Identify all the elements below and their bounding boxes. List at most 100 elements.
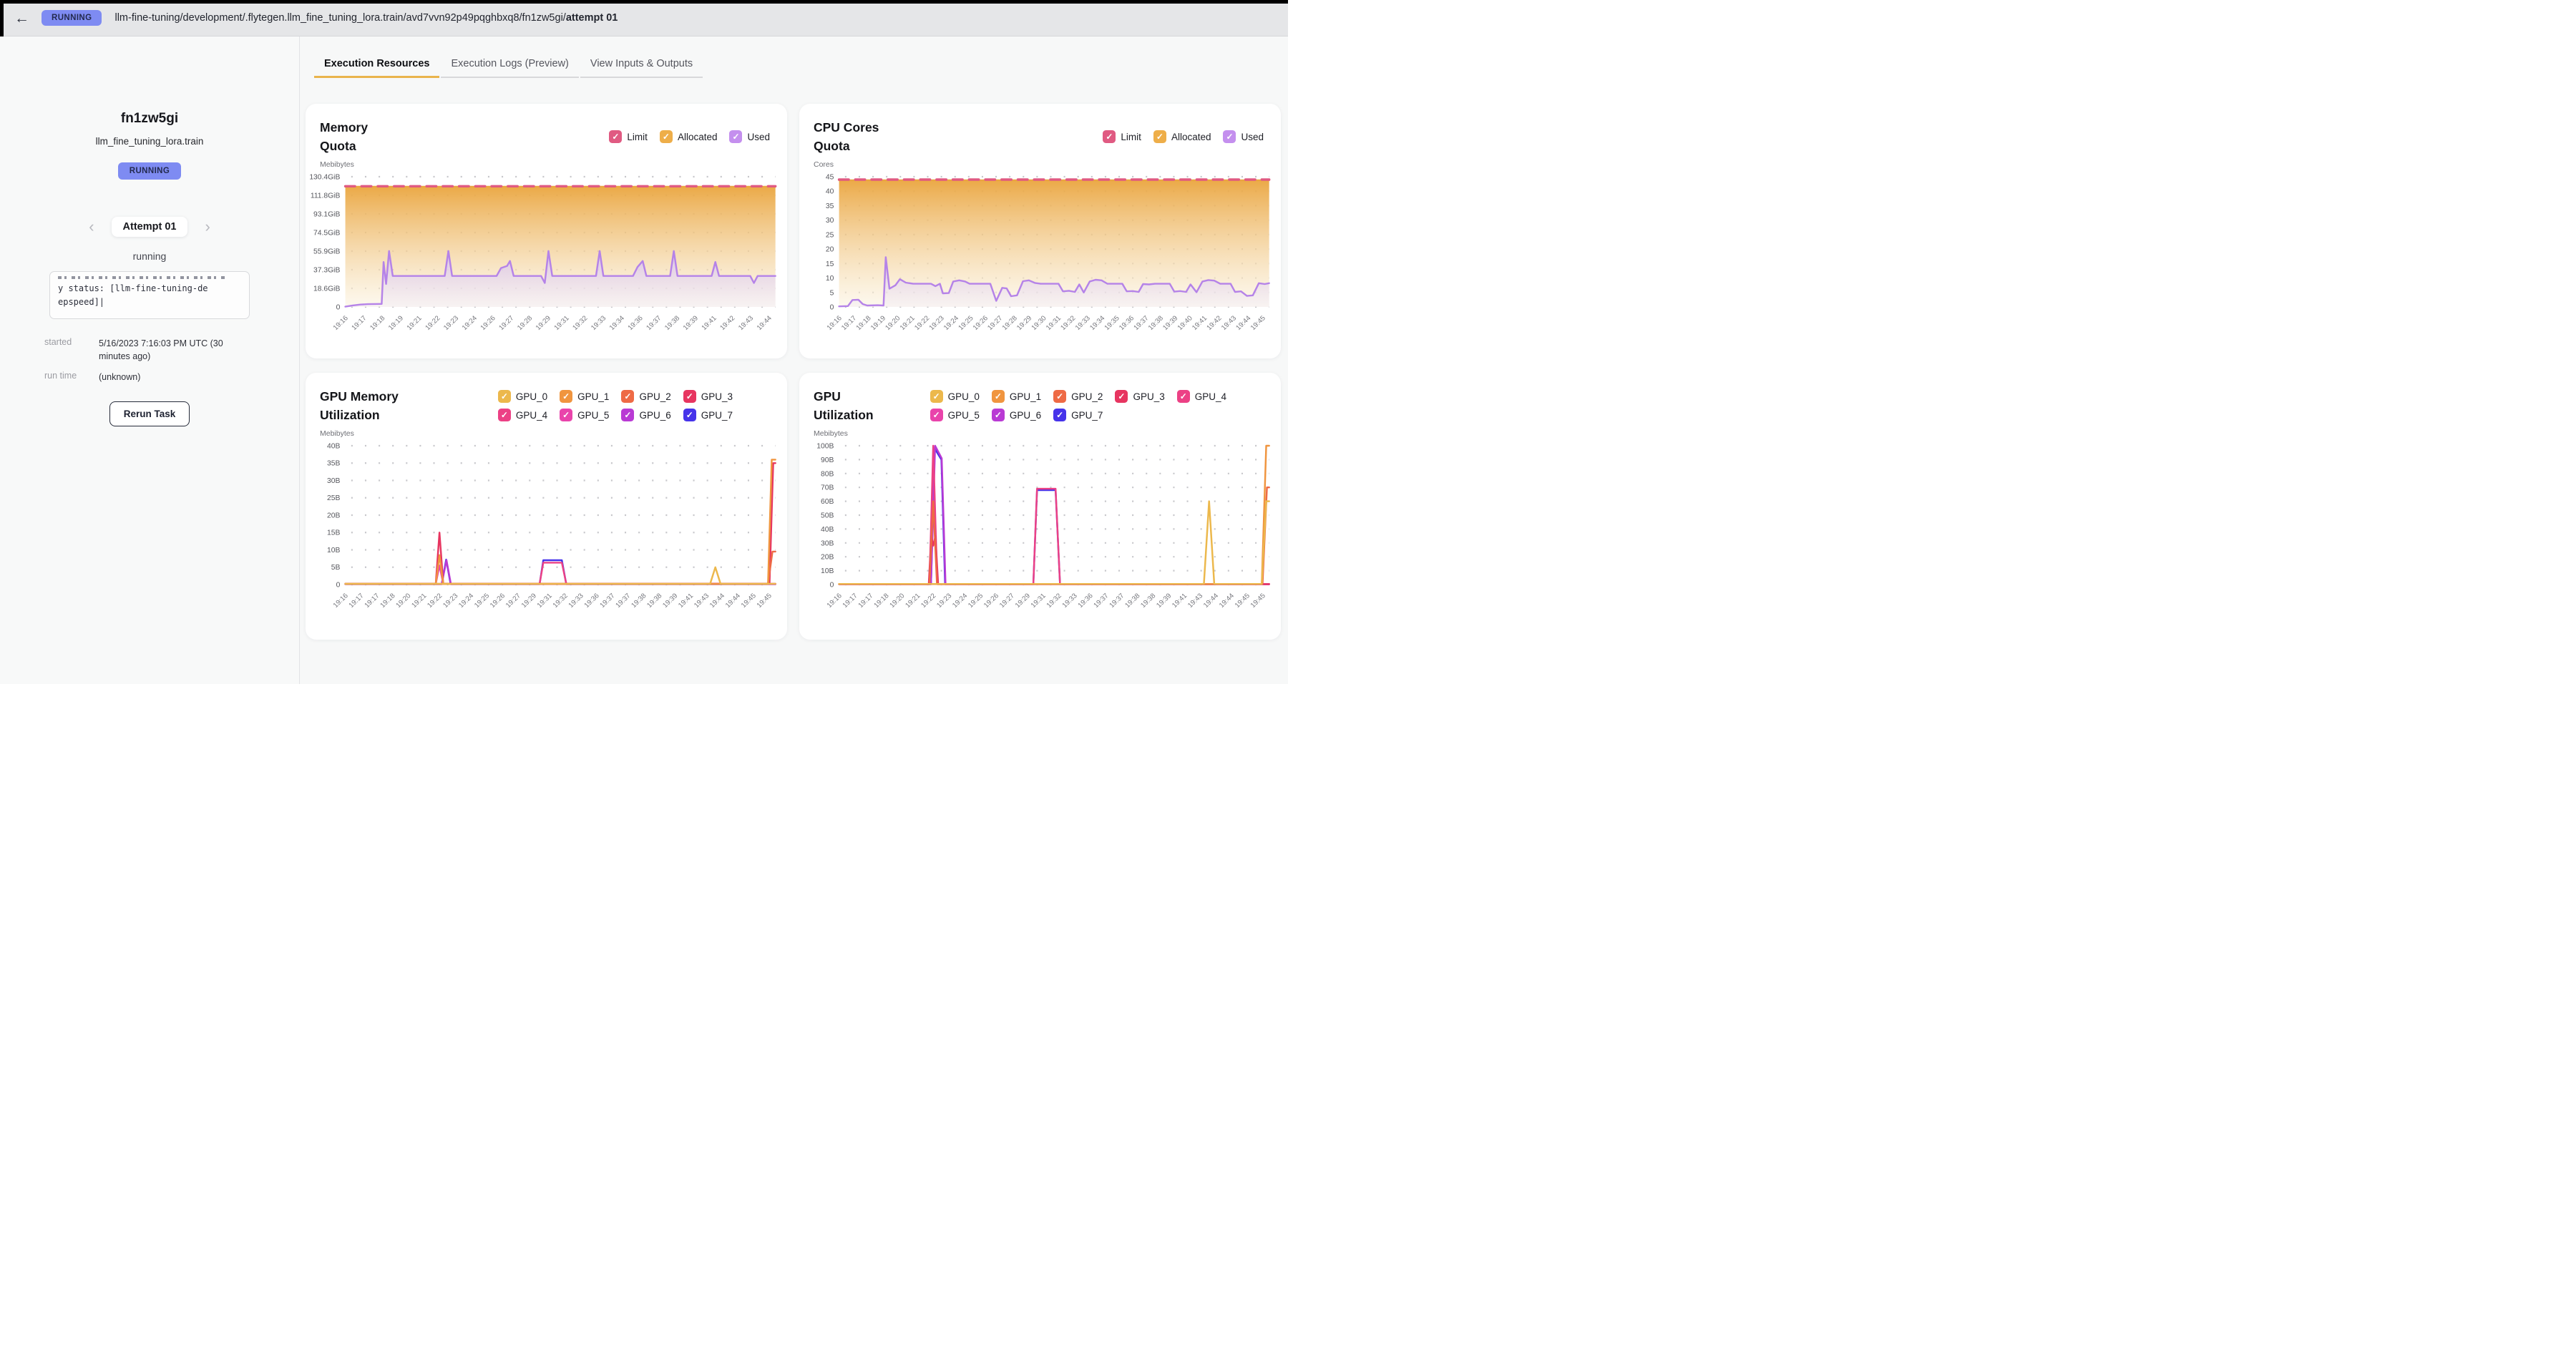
x-axis-tick: 19:25	[473, 592, 491, 609]
runtime-value: (unknown)	[99, 371, 235, 383]
legend-item-used: ✓Used	[1223, 130, 1264, 143]
checkbox-gpu-2-icon[interactable]: ✓	[1053, 390, 1066, 403]
y-axis-tick: 10	[826, 275, 834, 283]
legend-label: Allocated	[678, 132, 718, 142]
main-panel: Execution Resources Execution Logs (Prev…	[301, 36, 1288, 684]
tab-view-inputs-outputs[interactable]: View Inputs & Outputs	[580, 58, 703, 78]
checkbox-gpu-3-icon[interactable]: ✓	[1115, 390, 1128, 403]
checkbox-gpu-7-icon[interactable]: ✓	[683, 409, 696, 421]
x-axis-tick: 19:43	[1220, 314, 1238, 331]
x-axis-tick: 19:29	[1014, 592, 1032, 609]
x-axis-tick: 19:28	[1001, 314, 1019, 331]
series-line-gpu-0	[839, 501, 1269, 584]
x-axis-tick: 19:44	[756, 314, 774, 332]
x-axis-tick: 19:45	[1249, 592, 1267, 609]
task-id: fn1zw5gi	[0, 111, 299, 127]
tab-execution-resources[interactable]: Execution Resources	[314, 58, 439, 78]
legend-item-used: ✓Used	[729, 130, 770, 143]
x-axis-tick: 19:39	[1161, 314, 1179, 331]
x-axis-tick: 19:27	[497, 314, 515, 331]
y-axis-tick: 0	[336, 581, 341, 589]
x-axis-tick: 19:41	[700, 314, 718, 331]
x-axis-tick: 19:39	[682, 314, 700, 331]
y-axis-tick: 15B	[327, 529, 341, 537]
checkbox-used-icon[interactable]: ✓	[729, 130, 742, 143]
y-axis-tick: 74.5GiB	[313, 229, 341, 237]
x-axis-tick: 19:33	[590, 314, 608, 331]
chevron-right-icon[interactable]: ›	[205, 219, 210, 235]
x-axis-tick: 19:21	[406, 314, 424, 331]
y-axis-tick: 5	[830, 289, 834, 297]
log-snippet-box[interactable]: y status: [llm-fine-tuning-de epspeed]|	[49, 271, 250, 319]
checkbox-gpu-5-icon[interactable]: ✓	[560, 409, 572, 421]
x-axis-tick: 19:32	[1045, 592, 1063, 609]
checkbox-limit-icon[interactable]: ✓	[609, 130, 622, 143]
checkbox-gpu-2-icon[interactable]: ✓	[621, 390, 634, 403]
chevron-left-icon[interactable]: ‹	[89, 219, 94, 235]
x-axis-tick: 19:45	[1234, 592, 1252, 609]
legend-label: GPU_1	[577, 391, 609, 402]
legend-row: ✓GPU_0✓GPU_1✓GPU_2✓GPU_3	[498, 390, 733, 403]
x-axis-tick: 19:38	[630, 592, 648, 609]
memory-quota-chart: 130.4GiB111.8GiB93.1GiB74.5GiB55.9GiB37.…	[310, 170, 783, 344]
checkbox-gpu-0-icon[interactable]: ✓	[930, 390, 943, 403]
x-axis-tick: 19:26	[479, 314, 497, 331]
y-axis-tick: 40B	[327, 442, 341, 450]
y-axis-tick: 30B	[327, 477, 341, 485]
checkbox-gpu-5-icon[interactable]: ✓	[930, 409, 943, 421]
legend-item-gpu-6: ✓GPU_6	[992, 409, 1041, 421]
y-axis-tick: 18.6GiB	[313, 285, 341, 293]
started-label: started	[44, 337, 99, 363]
x-axis-tick: 19:24	[951, 592, 970, 610]
x-axis-tick: 19:43	[693, 592, 711, 609]
checkbox-allocated-icon[interactable]: ✓	[1153, 130, 1166, 143]
y-axis-tick: 20B	[327, 512, 341, 519]
x-axis-tick: 19:38	[1123, 592, 1141, 609]
gpu-memory-utilization-card: GPU MemoryUtilization ✓GPU_0✓GPU_1✓GPU_2…	[306, 373, 787, 640]
checkbox-gpu-7-icon[interactable]: ✓	[1053, 409, 1066, 421]
tab-bar: Execution Resources Execution Logs (Prev…	[314, 58, 704, 78]
x-axis-tick: 19:32	[1059, 314, 1077, 331]
checkbox-gpu-4-icon[interactable]: ✓	[1177, 390, 1190, 403]
axis-unit-label: Mebibytes	[814, 429, 1281, 438]
checkbox-used-icon[interactable]: ✓	[1223, 130, 1236, 143]
x-axis-tick: 19:43	[737, 314, 755, 331]
app-root: ← RUNNING llm-fine-tuning/development/.f…	[0, 0, 1288, 684]
x-axis-tick: 19:17	[363, 592, 381, 609]
chart-title: CPU CoresQuota	[814, 118, 879, 156]
axis-unit-label: Cores	[814, 160, 1281, 169]
checkbox-gpu-3-icon[interactable]: ✓	[683, 390, 696, 403]
rerun-task-button[interactable]: Rerun Task	[109, 401, 190, 426]
x-axis-tick: 19:38	[645, 592, 663, 609]
x-axis-tick: 19:23	[441, 592, 459, 609]
y-axis-tick: 25B	[327, 494, 341, 502]
x-axis-tick: 19:29	[520, 592, 538, 609]
legend-row: ✓GPU_0✓GPU_1✓GPU_2✓GPU_3✓GPU_4	[930, 390, 1226, 403]
x-axis-tick: 19:42	[718, 314, 736, 331]
x-axis-tick: 19:20	[884, 314, 902, 331]
x-axis-tick: 19:16	[826, 314, 844, 331]
runtime-row: run time (unknown)	[44, 371, 299, 383]
checkbox-gpu-4-icon[interactable]: ✓	[498, 409, 511, 421]
checkbox-gpu-0-icon[interactable]: ✓	[498, 390, 511, 403]
checkbox-allocated-icon[interactable]: ✓	[660, 130, 673, 143]
checkbox-gpu-6-icon[interactable]: ✓	[992, 409, 1005, 421]
legend-item-gpu-0: ✓GPU_0	[498, 390, 547, 403]
attempt-label: Attempt 01	[112, 217, 188, 237]
legend-item-allocated: ✓Allocated	[1153, 130, 1211, 143]
checkbox-gpu-1-icon[interactable]: ✓	[992, 390, 1005, 403]
checkbox-gpu-1-icon[interactable]: ✓	[560, 390, 572, 403]
back-arrow-icon[interactable]: ←	[14, 11, 29, 26]
checkbox-limit-icon[interactable]: ✓	[1103, 130, 1116, 143]
y-axis-tick: 37.3GiB	[313, 266, 341, 274]
status-badge: RUNNING	[42, 10, 102, 26]
x-axis-tick: 19:33	[567, 592, 585, 609]
y-axis-tick: 60B	[821, 498, 834, 506]
x-axis-tick: 19:19	[869, 314, 887, 331]
tab-execution-logs[interactable]: Execution Logs (Preview)	[441, 58, 578, 78]
legend-item-gpu-1: ✓GPU_1	[992, 390, 1041, 403]
checkbox-gpu-6-icon[interactable]: ✓	[621, 409, 634, 421]
x-axis-tick: 19:18	[854, 314, 872, 331]
x-axis-tick: 19:26	[972, 314, 990, 331]
legend-item-gpu-1: ✓ GPU_1	[560, 390, 609, 403]
